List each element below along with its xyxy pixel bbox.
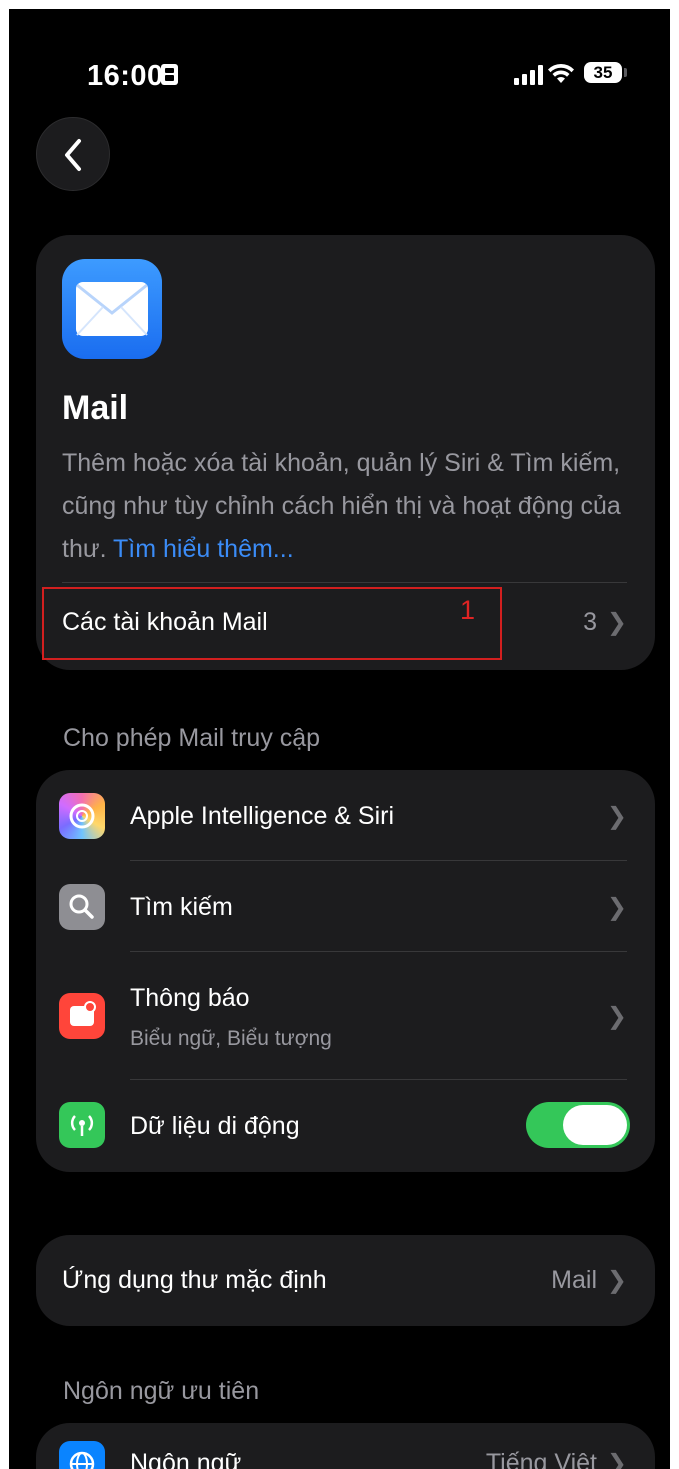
mail-accounts-count: 3 [583, 608, 597, 636]
chevron-right-icon: ❯ [606, 803, 627, 830]
row-apple-intelligence-siri[interactable]: Apple Intelligence & Siri ❯ [36, 770, 655, 861]
wifi-icon [548, 63, 574, 83]
row-label: Thông báo [130, 984, 250, 1012]
default-mail-app-label: Ứng dụng thư mặc định [62, 1266, 327, 1294]
chevron-right-icon: ❯ [606, 894, 627, 921]
cellular-antenna-icon [59, 1102, 105, 1148]
row-label: Tìm kiếm [130, 893, 233, 921]
battery-cap [624, 68, 627, 77]
search-icon [59, 884, 105, 930]
language-value: Tiếng Việt [485, 1449, 597, 1469]
globe-icon [59, 1441, 105, 1469]
app-header-card: Mail Thêm hoặc xóa tài khoản, quản lý Si… [36, 235, 655, 670]
battery-icon: 35 [584, 62, 622, 83]
row-search[interactable]: Tìm kiếm ❯ [36, 861, 655, 952]
learn-more-link[interactable]: Tìm hiểu thêm... [113, 535, 294, 563]
sim-card-icon [161, 64, 178, 85]
chevron-right-icon: ❯ [606, 1003, 627, 1030]
apple-intelligence-icon [59, 793, 105, 839]
notification-icon [59, 993, 105, 1039]
status-time: 16:00 [87, 60, 164, 92]
section-header-access: Cho phép Mail truy cập [63, 724, 321, 752]
row-subtitle: Biểu ngữ, Biểu tượng [130, 1027, 332, 1050]
chevron-right-icon: ❯ [606, 1450, 627, 1469]
row-notifications[interactable]: Thông báo Biểu ngữ, Biểu tượng ❯ [36, 952, 655, 1080]
toggle-knob [563, 1105, 627, 1145]
chevron-right-icon: ❯ [606, 1267, 627, 1294]
cellular-signal-icon [514, 65, 543, 85]
access-card: Apple Intelligence & Siri ❯ Tìm kiếm ❯ T… [36, 770, 655, 1172]
annotation-highlight-box [42, 587, 502, 660]
language-row[interactable]: Ngôn ngữ Tiếng Việt ❯ [36, 1423, 655, 1469]
section-header-language: Ngôn ngữ ưu tiên [63, 1377, 260, 1405]
mail-app-icon [62, 259, 162, 359]
row-label: Apple Intelligence & Siri [130, 802, 395, 830]
back-button[interactable] [36, 117, 110, 191]
chevron-left-icon [65, 139, 81, 171]
row-label: Dữ liệu di động [130, 1112, 300, 1140]
language-label: Ngôn ngữ [130, 1449, 242, 1469]
chevron-right-icon: ❯ [606, 609, 627, 636]
app-description: Thêm hoặc xóa tài khoản, quản lý Siri & … [62, 442, 632, 571]
default-mail-app-row[interactable]: Ứng dụng thư mặc định Mail ❯ [36, 1235, 655, 1326]
cellular-data-toggle[interactable] [526, 1102, 630, 1148]
default-mail-app-value: Mail [551, 1266, 597, 1294]
annotation-number: 1 [460, 595, 476, 625]
row-cellular-data: Dữ liệu di động [36, 1080, 655, 1171]
screen: 16:00 35 Mail Thêm hoặc xóa tài khoản, q… [9, 9, 670, 1469]
app-title: Mail [62, 389, 129, 427]
